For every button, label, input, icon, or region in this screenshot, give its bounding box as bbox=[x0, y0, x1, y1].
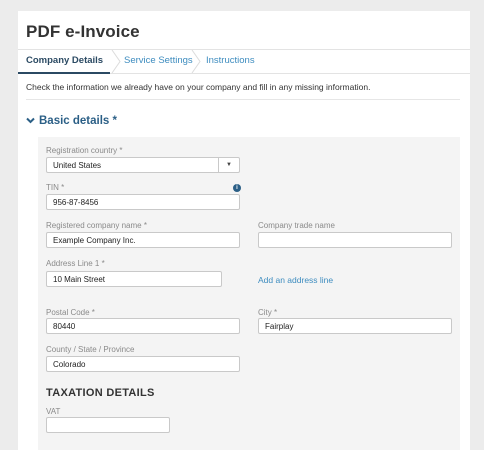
tin-label: TIN * bbox=[46, 183, 65, 192]
dropdown-arrow-icon[interactable]: ▼ bbox=[218, 158, 239, 172]
chevron-down-icon bbox=[26, 115, 35, 127]
registered-name-value: Example Company Inc. bbox=[53, 236, 136, 245]
tab-company-details[interactable]: Company Details bbox=[26, 55, 103, 66]
top-strip bbox=[8, 0, 476, 11]
active-tab-indicator bbox=[18, 72, 110, 74]
info-icon[interactable]: i bbox=[233, 184, 241, 192]
tab-service-settings[interactable]: Service Settings bbox=[124, 55, 193, 66]
tab-instructions[interactable]: Instructions bbox=[206, 55, 255, 66]
vat-field[interactable] bbox=[46, 417, 170, 433]
city-label: City * bbox=[258, 308, 278, 317]
add-address-line-link[interactable]: Add an address line bbox=[258, 275, 333, 285]
basic-details-panel bbox=[38, 137, 460, 450]
page-title: PDF e-Invoice bbox=[26, 22, 140, 41]
address-line-1-field[interactable]: 10 Main Street bbox=[46, 271, 222, 287]
postal-code-label: Postal Code * bbox=[46, 308, 95, 317]
tin-field[interactable]: 956-87-8456 bbox=[46, 194, 240, 210]
address-line-1-label: Address Line 1 * bbox=[46, 259, 105, 268]
invoice-card: PDF e-Invoice Company Details Service Se… bbox=[18, 11, 470, 450]
address-line-1-value: 10 Main Street bbox=[53, 275, 106, 284]
basic-details-toggle[interactable]: Basic details * bbox=[26, 115, 117, 127]
taxation-details-title: TAXATION DETAILS bbox=[46, 387, 155, 399]
registration-country-select[interactable]: United States ▼ bbox=[46, 157, 240, 173]
intro-text: Check the information we already have on… bbox=[26, 82, 371, 92]
tab-separator bbox=[111, 50, 121, 73]
county-field[interactable]: Colorado bbox=[46, 356, 240, 372]
registration-country-value: United States bbox=[53, 161, 102, 170]
city-field[interactable]: Fairplay bbox=[258, 318, 452, 334]
trade-name-field[interactable] bbox=[258, 232, 452, 248]
county-value: Colorado bbox=[53, 360, 86, 369]
tin-value: 956-87-8456 bbox=[53, 198, 99, 207]
tab-bar: Company Details Service Settings Instruc… bbox=[18, 49, 470, 74]
postal-code-value: 80440 bbox=[53, 322, 76, 331]
county-label: County / State / Province bbox=[46, 345, 135, 354]
trade-name-label: Company trade name bbox=[258, 221, 335, 230]
section-title: Basic details * bbox=[39, 115, 117, 127]
registered-name-label: Registered company name * bbox=[46, 221, 147, 230]
tab-separator bbox=[191, 50, 201, 73]
postal-code-field[interactable]: 80440 bbox=[46, 318, 240, 334]
city-value: Fairplay bbox=[265, 322, 294, 331]
registration-country-label: Registration country * bbox=[46, 146, 123, 155]
divider bbox=[26, 99, 460, 100]
registered-name-field[interactable]: Example Company Inc. bbox=[46, 232, 240, 248]
vat-label: VAT bbox=[46, 407, 61, 416]
